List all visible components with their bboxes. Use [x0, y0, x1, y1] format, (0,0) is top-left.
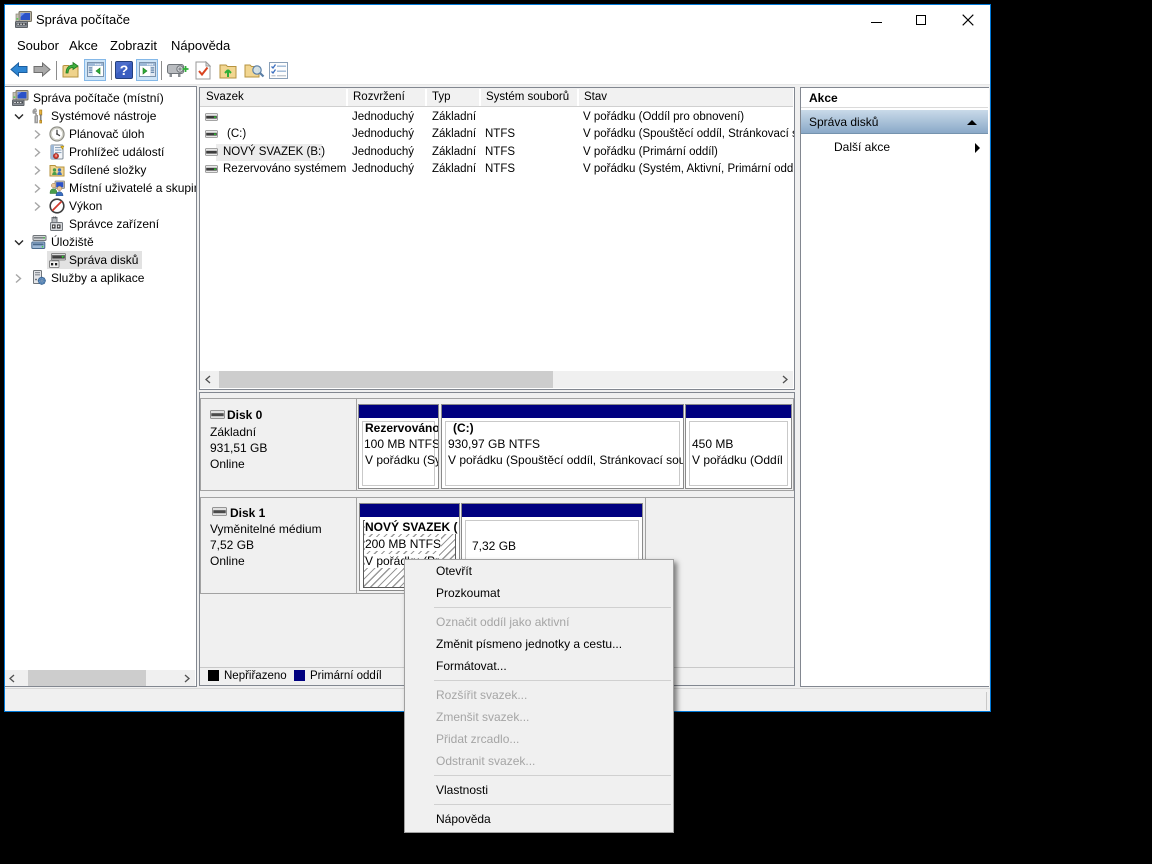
svg-text:?: ?	[120, 62, 129, 78]
